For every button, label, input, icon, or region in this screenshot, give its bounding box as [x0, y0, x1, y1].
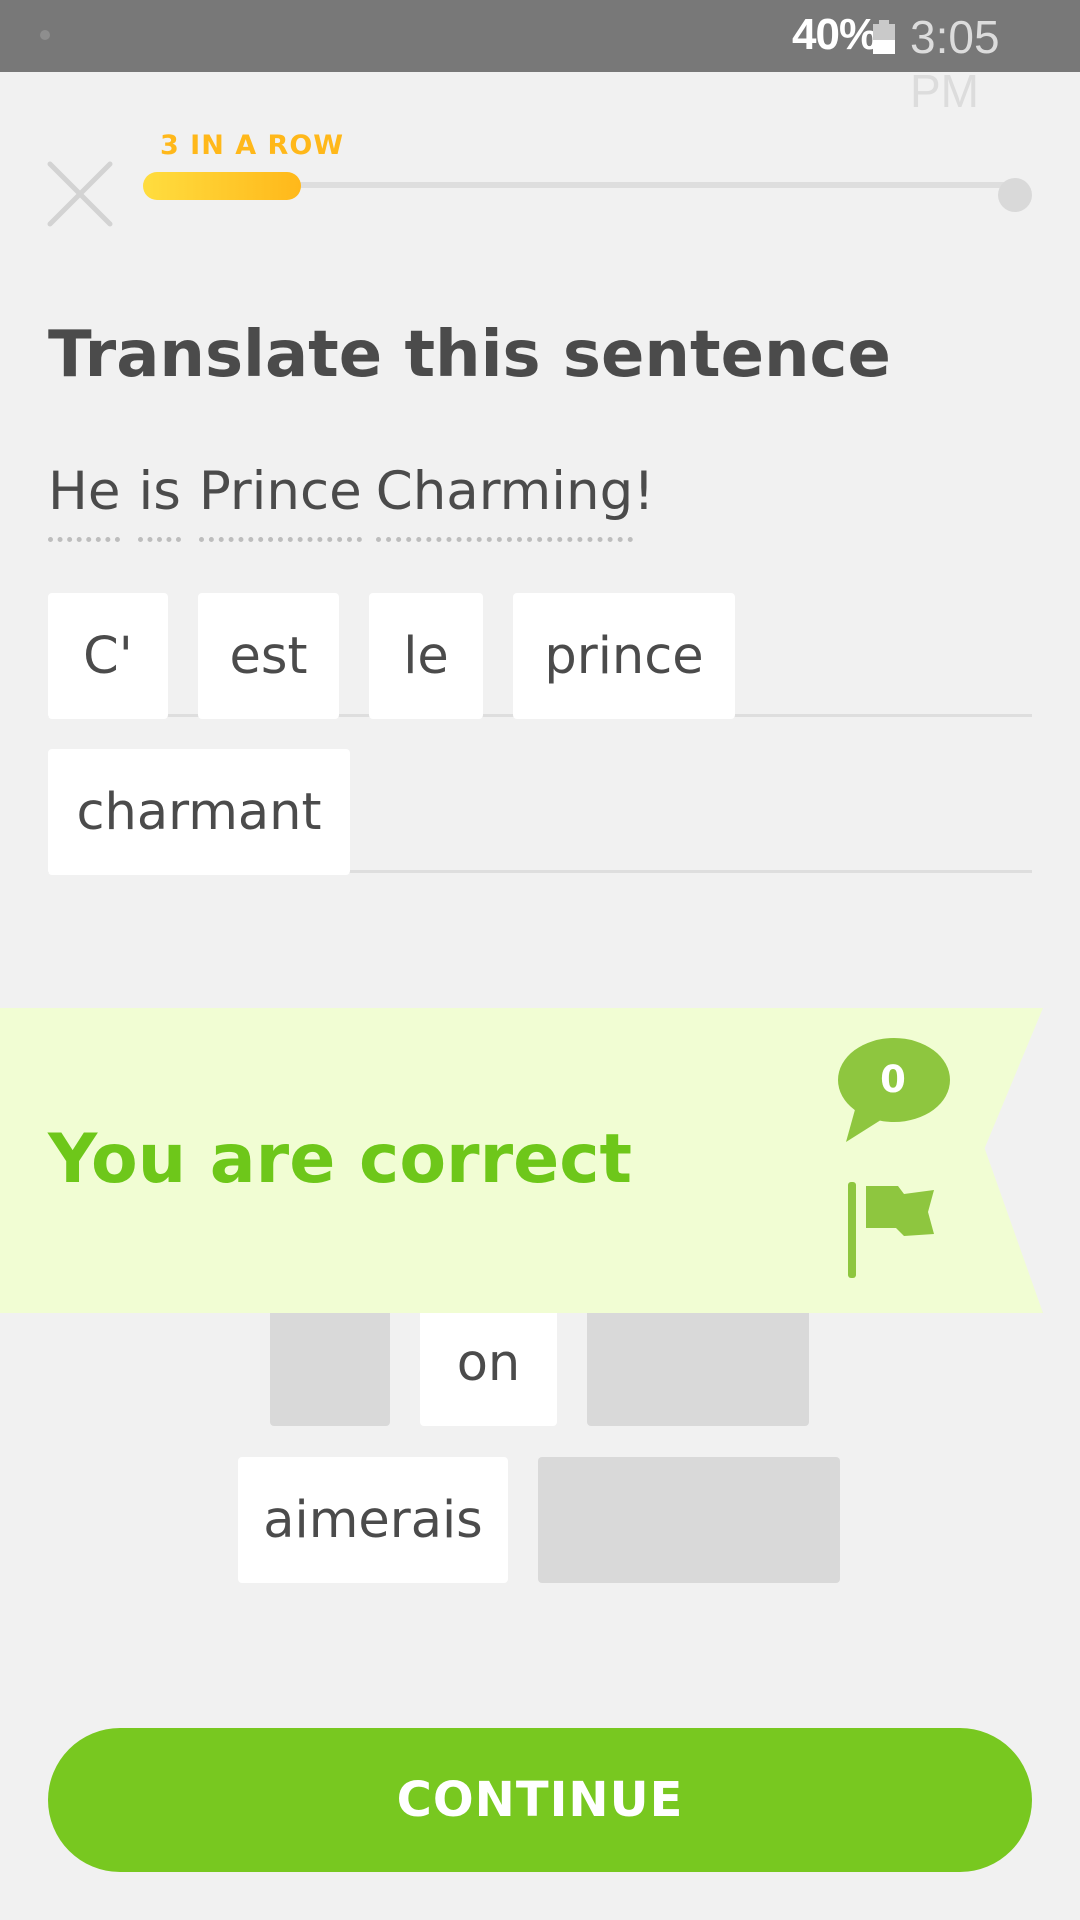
sentence-punctuation: !: [633, 461, 655, 522]
sentence-word[interactable]: Prince: [198, 462, 362, 542]
feedback-message: You are correct: [48, 1120, 633, 1199]
status-bar: 40% 3:05 PM: [0, 0, 1080, 117]
progress-end-marker: [998, 178, 1032, 212]
sentence-word[interactable]: He: [48, 462, 121, 542]
progress-fill: [143, 172, 301, 200]
answer-tile[interactable]: est: [198, 593, 339, 719]
close-icon[interactable]: [46, 160, 116, 230]
sentence-word[interactable]: Charming: [375, 462, 634, 542]
used-tile-placeholder: [587, 1300, 809, 1426]
answer-tile[interactable]: prince: [513, 593, 735, 719]
status-time: 3:05 PM: [910, 11, 1000, 117]
source-sentence: He is Prince Charming !: [48, 462, 654, 542]
used-tile-placeholder: [538, 1457, 840, 1583]
streak-label: 3 IN A ROW: [160, 130, 345, 161]
answer-tile[interactable]: charmant: [48, 749, 350, 875]
sentence-word[interactable]: is: [138, 462, 181, 542]
word-bank-tile[interactable]: on: [420, 1300, 557, 1426]
notification-dot: [40, 30, 50, 40]
used-tile-placeholder: [270, 1300, 390, 1426]
battery-percent: 40%: [792, 10, 878, 59]
continue-button[interactable]: CONTINUE: [48, 1728, 1032, 1872]
flag-icon[interactable]: [846, 1180, 938, 1280]
answer-tile[interactable]: le: [369, 593, 483, 719]
word-bank-tile[interactable]: aimerais: [238, 1457, 508, 1583]
comment-count: 0: [880, 1058, 906, 1101]
battery-icon: [873, 20, 895, 54]
answer-tile[interactable]: C': [48, 593, 168, 719]
page-title: Translate this sentence: [48, 318, 891, 392]
